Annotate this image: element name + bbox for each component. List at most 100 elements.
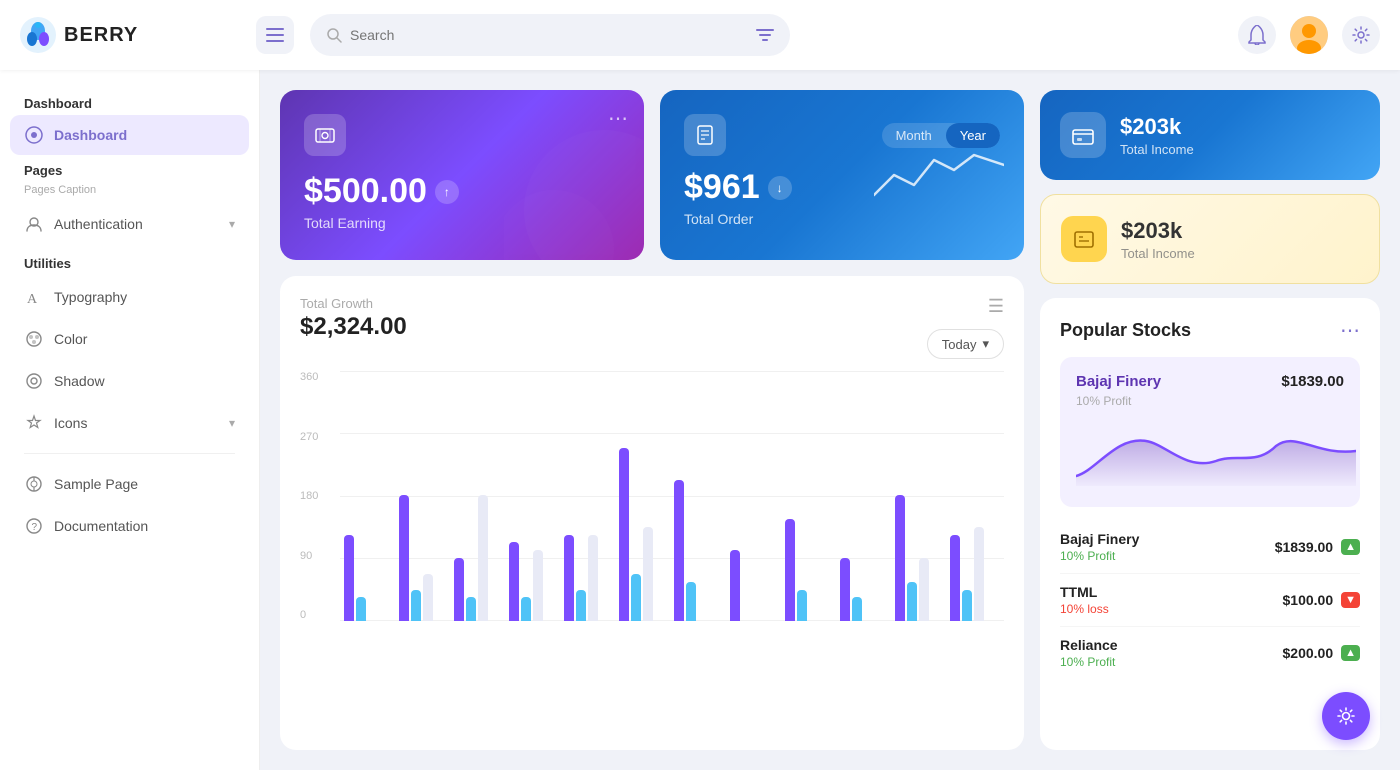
bar-blue: [962, 590, 972, 621]
y-label-180: 180: [300, 490, 318, 502]
badge-up-bajaj: ▲: [1341, 539, 1360, 555]
bar-blue: [356, 597, 366, 621]
bar-light: [533, 550, 543, 621]
income-yellow-icon: [1061, 216, 1107, 262]
bar-purple: [895, 495, 905, 621]
y-label-90: 90: [300, 550, 318, 562]
y-label-270: 270: [300, 431, 318, 443]
content-area: ⋯ $500.00 ↑ Total Earning: [260, 70, 1400, 770]
sidebar-item-color[interactable]: Color: [10, 319, 249, 359]
sidebar-section-dashboard: Dashboard: [10, 90, 249, 115]
bar-group-3: [509, 542, 559, 621]
notification-button[interactable]: [1238, 16, 1276, 54]
sidebar-item-label-dashboard: Dashboard: [54, 127, 127, 143]
stock-price-reliance: $200.00: [1283, 645, 1334, 661]
today-filter-btn[interactable]: Today ▾: [927, 329, 1004, 359]
income-blue-label: Total Income: [1120, 142, 1194, 157]
filter-icon[interactable]: [756, 27, 774, 43]
bajaj-price: $1839.00: [1281, 373, 1344, 390]
stocks-header: Popular Stocks ⋯: [1060, 318, 1360, 343]
user-avatar[interactable]: [1290, 16, 1328, 54]
fab-settings-button[interactable]: [1322, 692, 1370, 740]
bar-group-0: [344, 535, 394, 621]
bar-group-8: [785, 519, 835, 621]
sidebar-item-shadow[interactable]: Shadow: [10, 361, 249, 401]
badge-up-reliance: ▲: [1341, 645, 1360, 661]
bar-purple: [674, 480, 684, 621]
bg-shapes: [504, 130, 644, 260]
bar-purple: [564, 535, 574, 621]
settings-button[interactable]: [1342, 16, 1380, 54]
badge-down-ttml: ▼: [1341, 592, 1360, 608]
sidebar-item-documentation[interactable]: ? Documentation: [10, 506, 249, 546]
table-row: TTML 10% loss $100.00 ▼: [1060, 574, 1360, 627]
main-layout: Dashboard Dashboard Pages Pages Caption …: [0, 70, 1400, 770]
income-yellow-info: $203k Total Income: [1121, 218, 1195, 261]
bar-purple: [619, 448, 629, 621]
today-label: Today: [942, 337, 977, 352]
gear-icon: [1352, 26, 1370, 44]
bar-blue: [576, 590, 586, 621]
sample-page-icon: [24, 474, 44, 494]
down-arrow-icon: ↓: [768, 176, 792, 200]
sidebar: Dashboard Dashboard Pages Pages Caption …: [0, 70, 260, 770]
stocks-menu-icon[interactable]: ⋯: [1340, 318, 1360, 343]
stock-info-reliance: Reliance 10% Profit: [1060, 637, 1118, 669]
year-toggle-btn[interactable]: Year: [946, 123, 1000, 148]
sidebar-item-typography[interactable]: A Typography: [10, 277, 249, 317]
income-yellow-card: $203k Total Income: [1040, 194, 1380, 284]
sidebar-item-label-color: Color: [54, 331, 87, 347]
bar-purple: [840, 558, 850, 621]
logo-area: BERRY: [20, 17, 240, 53]
stock-profit-reliance: 10% Profit: [1060, 655, 1118, 669]
wave-line-chart: [874, 145, 1004, 205]
stock-right-reliance: $200.00 ▲: [1283, 645, 1361, 661]
bar-group-6: [674, 480, 724, 621]
bar-blue: [797, 590, 807, 621]
chart-y-labels: 360 270 180 90 0: [300, 371, 318, 621]
shadow-icon: [24, 371, 44, 391]
sidebar-item-icons[interactable]: Icons ▾: [10, 403, 249, 443]
table-row: Reliance 10% Profit $200.00 ▲: [1060, 627, 1360, 679]
sidebar-item-label-sample-page: Sample Page: [54, 476, 138, 492]
sidebar-divider: [24, 453, 235, 454]
earning-card-menu[interactable]: ⋯: [608, 106, 628, 131]
bell-icon: [1248, 25, 1266, 45]
sidebar-item-authentication[interactable]: Authentication ▾: [10, 204, 249, 244]
topbar: BERRY: [0, 0, 1400, 70]
sidebar-item-label-typography: Typography: [54, 289, 127, 305]
documentation-icon: ?: [24, 516, 44, 536]
avatar-image: [1290, 16, 1328, 54]
app-name: BERRY: [64, 24, 138, 47]
sidebar-item-sample-page[interactable]: Sample Page: [10, 464, 249, 504]
bar-light: [974, 527, 984, 621]
month-toggle-btn[interactable]: Month: [882, 123, 946, 148]
sidebar-item-dashboard[interactable]: Dashboard: [10, 115, 249, 155]
search-bar: [310, 14, 790, 56]
bajaj-profit-label: 10% Profit: [1076, 394, 1344, 408]
menu-button[interactable]: [256, 16, 294, 54]
stock-price-bajaj: $1839.00: [1275, 539, 1333, 555]
logo-icon: [20, 17, 56, 53]
bar-chart: [340, 371, 1004, 621]
income-yellow-amount: $203k: [1121, 218, 1195, 244]
bar-group-9: [840, 558, 890, 621]
bar-blue: [521, 597, 531, 621]
stock-right-bajaj: $1839.00 ▲: [1275, 539, 1360, 555]
total-earning-card: ⋯ $500.00 ↑ Total Earning: [280, 90, 644, 260]
bar-light: [478, 495, 488, 621]
bar-purple: [950, 535, 960, 621]
chart-menu-icon[interactable]: ☰: [988, 296, 1004, 317]
bar-blue: [631, 574, 641, 621]
bar-purple: [730, 550, 740, 621]
sidebar-item-label-authentication: Authentication: [54, 216, 143, 232]
sidebar-item-label-shadow: Shadow: [54, 373, 105, 389]
search-input[interactable]: [350, 27, 748, 43]
y-label-0: 0: [300, 609, 318, 621]
bar-group-10: [895, 495, 945, 621]
chart-title-label: Total Growth: [300, 296, 407, 311]
income-blue-icon: [1060, 112, 1106, 158]
cards-row: ⋯ $500.00 ↑ Total Earning: [280, 90, 1024, 260]
bar-group-5: [619, 448, 669, 621]
chart-amount: $2,324.00: [300, 313, 407, 341]
